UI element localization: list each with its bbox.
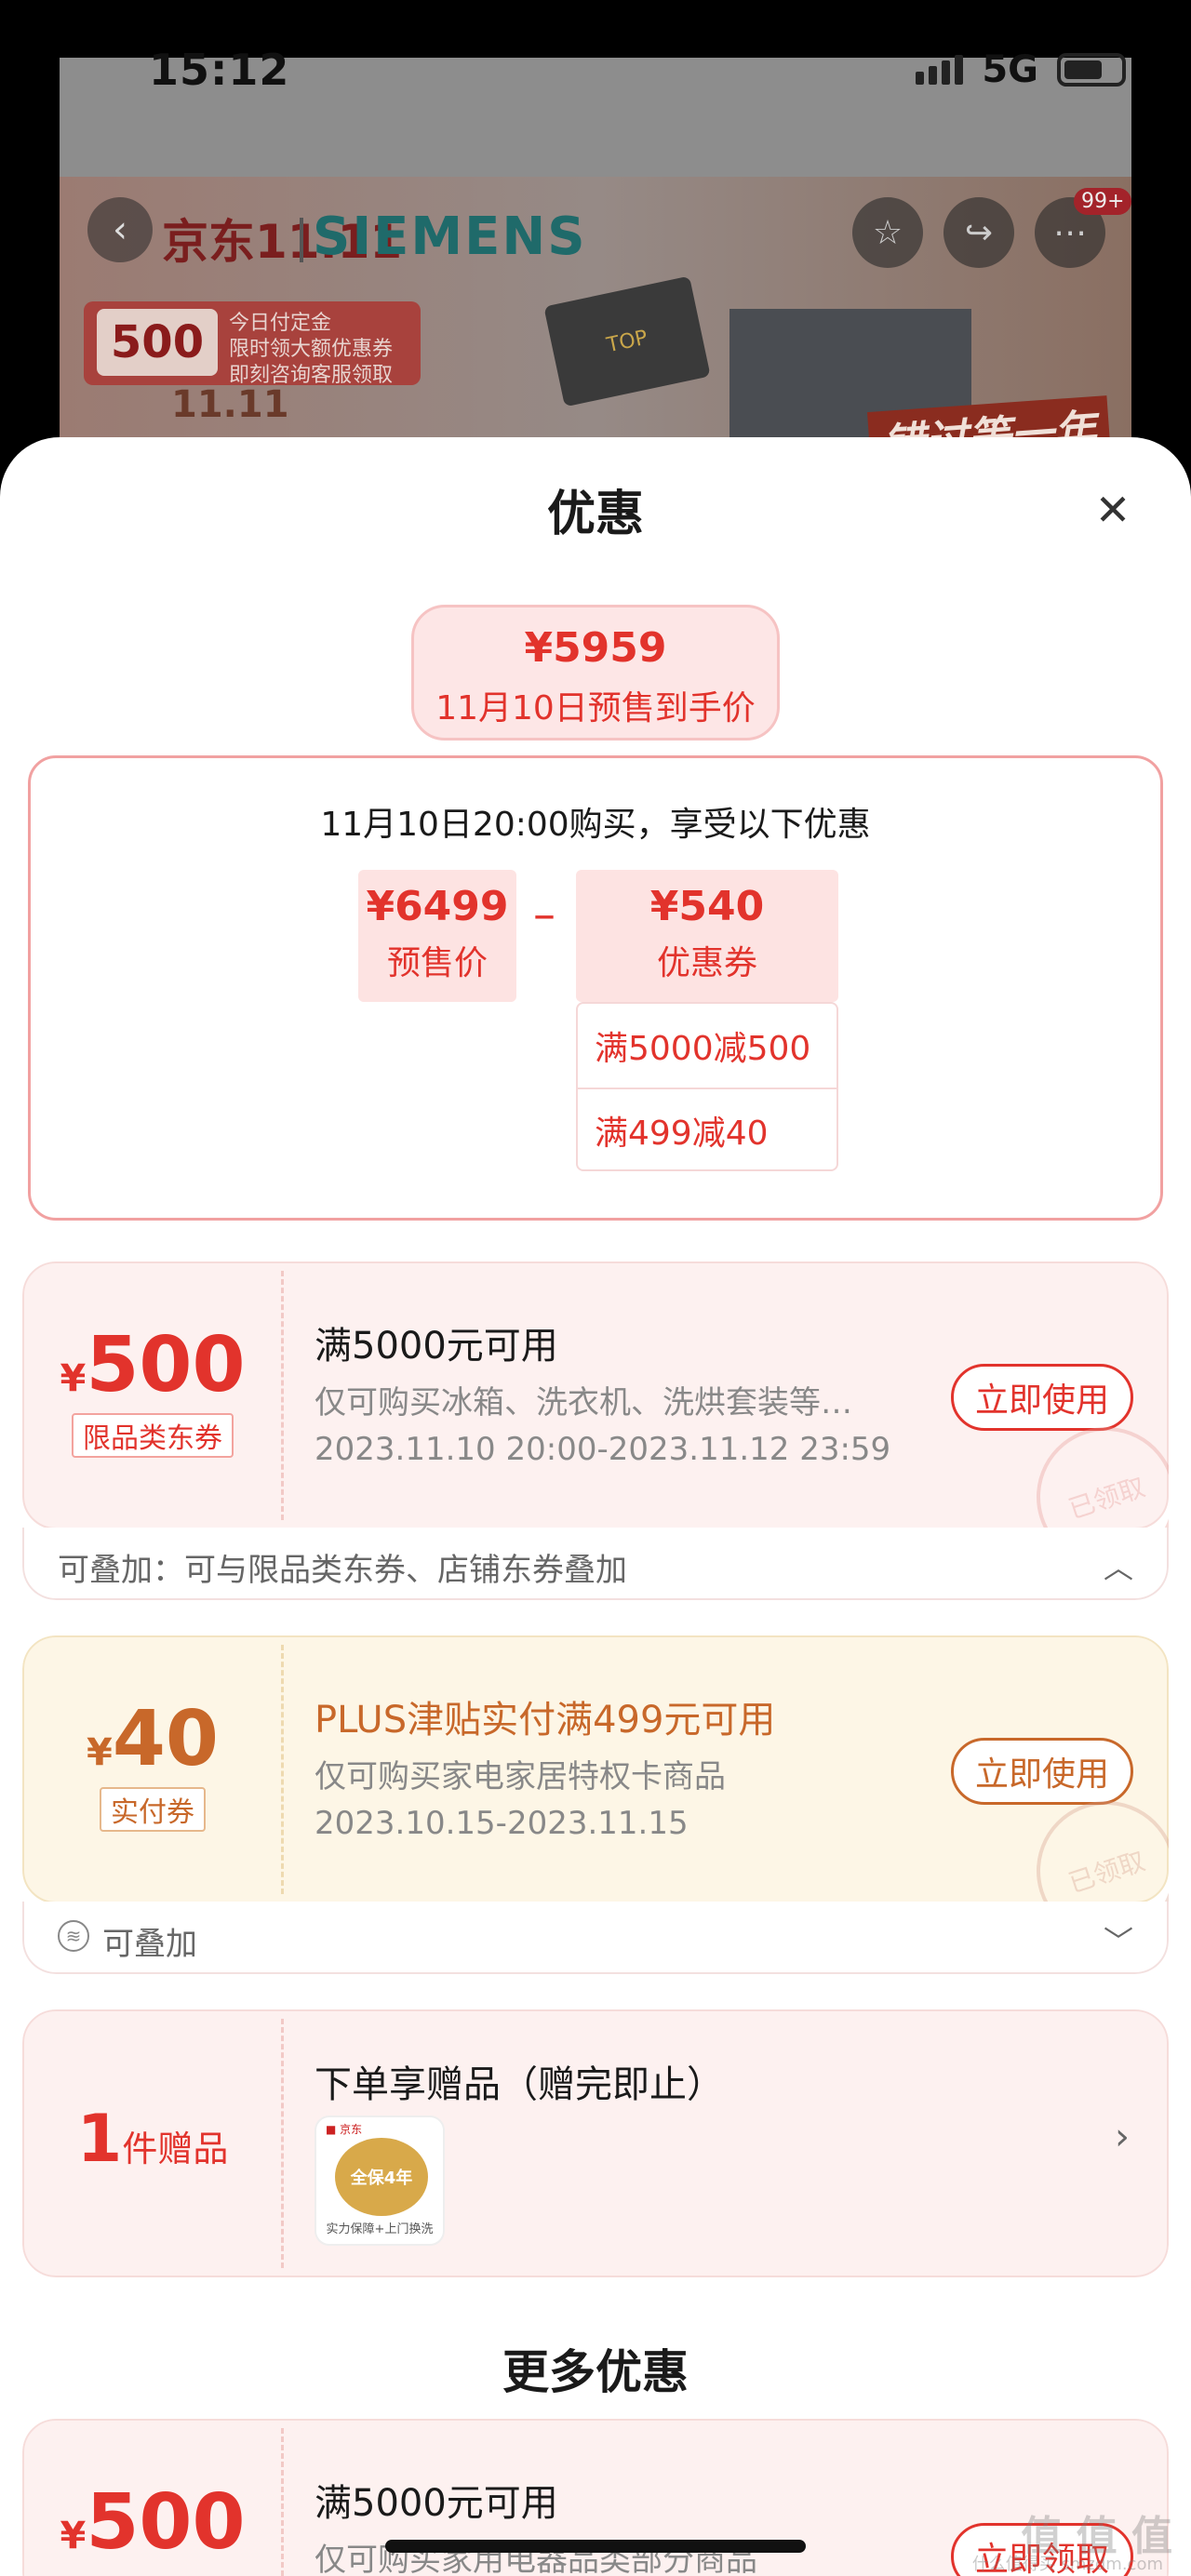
coupon-card: ¥500 限品类东券 满5000元可用 仅可购买冰箱、洗衣机、洗烘套装等… 20… xyxy=(22,1261,1169,1600)
presale-label: 预售价 xyxy=(386,944,488,982)
message-count-badge: 99+ xyxy=(1074,188,1132,215)
gift-unit: 件赠品 xyxy=(122,2129,229,2169)
coupon-amount-block: ¥500 xyxy=(24,2478,281,2567)
coupon-amount: ¥500 xyxy=(24,1321,281,1409)
logo-divider xyxy=(300,218,303,262)
gift-thumbnail[interactable]: ■ 京东 全保4年 实力保障+上门换洗 xyxy=(314,2116,445,2246)
coupon-divider xyxy=(281,2428,284,2576)
coupon-title: 满5000元可用 xyxy=(314,1325,558,1368)
coupon-description: 仅可购买冰箱、洗衣机、洗烘套装等… xyxy=(314,1384,852,1421)
stack-info-text: 可叠加 xyxy=(102,1926,197,1963)
coupon-amount: ¥500 xyxy=(24,2478,281,2567)
final-price-amount: ¥5959 xyxy=(524,624,667,672)
coupon-stack-info[interactable]: ≋ 可叠加 ﹀ xyxy=(22,1902,1169,1974)
gift-brand-mark: ■ 京东 xyxy=(326,2123,363,2136)
more-offers-title: 更多优惠 xyxy=(502,2345,689,2399)
calc-title: 11月10日20:00购买，享受以下优惠 xyxy=(320,806,871,844)
gift-card-body: 1件赠品 下单享赠品（赠完即止） ■ 京东 全保4年 实力保障+上门换洗 › xyxy=(22,2009,1169,2277)
status-time: 15:12 xyxy=(149,45,290,95)
gift-count-block: 1件赠品 xyxy=(24,2101,281,2177)
favorite-star-icon[interactable]: ☆ xyxy=(852,197,923,268)
coupon-title: PLUS津贴实付满499元可用 xyxy=(314,1699,776,1742)
status-indicators: 5G xyxy=(916,48,1126,91)
coupon-total-cell: ¥540 优惠券 xyxy=(576,870,838,1002)
coupon-divider xyxy=(281,1645,284,1894)
chevron-down-icon[interactable]: ﹀ xyxy=(1104,1918,1133,1961)
coupon-description: 仅可购买家电家居特权卡商品 xyxy=(314,1758,726,1795)
coupon-breakdown-item: 满5000减500 xyxy=(595,1030,811,1068)
use-now-button[interactable]: 立即使用 xyxy=(951,1364,1133,1431)
coupon-title: 满5000元可用 xyxy=(314,2482,558,2525)
gift-title: 下单享赠品（赠完即止） xyxy=(314,2063,724,2106)
chevron-up-icon[interactable]: ︿ xyxy=(1104,1544,1133,1587)
coupon-currency: ¥ xyxy=(60,1357,87,1400)
gift-count: 1 xyxy=(76,2101,123,2177)
promo-line-2: 限时领大额优惠券 xyxy=(229,338,394,361)
stack-icon: ≋ xyxy=(58,1920,89,1952)
use-now-button[interactable]: 立即使用 xyxy=(951,1738,1133,1805)
background-product-page: ‹ 京东11.11 SIEMENS ☆ ↪ ⋯ 99+ 500 今日付定金 限时… xyxy=(60,58,1132,495)
coupon-currency: ¥ xyxy=(60,2515,87,2557)
coupon-validity: 2023.11.10 20:00-2023.11.12 23:59 xyxy=(314,1431,891,1468)
coupon-card-body: ¥40 实付券 PLUS津贴实付满499元可用 仅可购买家电家居特权卡商品 20… xyxy=(22,1635,1169,1959)
coupon-card-body: ¥500 限品类东券 满5000元可用 仅可购买冰箱、洗衣机、洗烘套装等… 20… xyxy=(22,1261,1169,1585)
share-icon[interactable]: ↪ xyxy=(943,197,1014,268)
coupon-type-tag: 限品类东券 xyxy=(72,1413,234,1458)
discount-sheet: 优惠 ✕ ¥5959 11月10日预售到手价 11月10日20:00购买，享受以… xyxy=(0,437,1191,2576)
price-calculation-box: 11月10日20:00购买，享受以下优惠 ¥6499 预售价 – ¥540 优惠… xyxy=(28,755,1163,1221)
coupon-currency: ¥ xyxy=(87,1731,113,1774)
gift-caption: 实力保障+上门换洗 xyxy=(326,2222,434,2236)
close-icon[interactable]: ✕ xyxy=(1089,485,1137,535)
home-indicator[interactable] xyxy=(385,2540,806,2553)
chevron-right-icon[interactable]: › xyxy=(1115,2116,1130,2158)
coupon-breakdown-list: 满5000减500 满499减40 xyxy=(576,1002,838,1171)
coupon-divider xyxy=(281,1271,284,1520)
coupon-amount: ¥40 xyxy=(24,1695,281,1783)
site-watermark-sub: 什么值得买 smzdm.com xyxy=(971,2555,1163,2574)
brand-logo: SIEMENS xyxy=(313,207,587,267)
coupon-amount-block: ¥40 实付券 xyxy=(24,1695,281,1832)
coupon-total-label: 优惠券 xyxy=(656,944,757,982)
coupon-validity: 2023.10.15-2023.11.15 xyxy=(314,1805,689,1842)
final-price-label: 11月10日预售到手价 xyxy=(435,689,756,727)
coupon-amount-block: ¥500 限品类东券 xyxy=(24,1321,281,1458)
gift-card[interactable]: 1件赠品 下单享赠品（赠完即止） ■ 京东 全保4年 实力保障+上门换洗 › xyxy=(22,2009,1169,2277)
coupon-type-tag: 实付券 xyxy=(100,1787,206,1832)
gift-divider xyxy=(281,2019,284,2268)
coupon-value: 500 xyxy=(86,2478,246,2567)
coupon-value: 40 xyxy=(112,1695,219,1783)
signal-icon xyxy=(916,55,964,85)
battery-icon xyxy=(1057,53,1126,87)
promo-text: 今日付定金 限时领大额优惠券 即刻咨询客服领取 xyxy=(229,311,393,389)
minus-sign: – xyxy=(533,888,555,941)
back-button[interactable]: ‹ xyxy=(87,197,153,262)
promo-amount: 500 xyxy=(97,309,218,376)
final-price-pill: ¥5959 11月10日预售到手价 xyxy=(411,605,780,741)
deposit-promo-banner: 500 今日付定金 限时领大额优惠券 即刻咨询客服领取 xyxy=(84,301,421,387)
coupon-breakdown-item: 满499减40 xyxy=(578,1088,836,1171)
event-sub-logo: 11.11 xyxy=(171,383,289,426)
sheet-title: 优惠 xyxy=(546,487,644,542)
presale-price: ¥6499 xyxy=(366,883,509,930)
promo-line-1: 今日付定金 xyxy=(229,312,332,335)
coupon-value: 500 xyxy=(86,1321,246,1409)
coupon-stack-info[interactable]: 可叠加：可与限品类东券、店铺东券叠加 ︿ xyxy=(22,1528,1169,1600)
coupon-total: ¥540 xyxy=(649,883,765,930)
presale-price-cell: ¥6499 预售价 xyxy=(358,870,516,1002)
network-type: 5G xyxy=(982,48,1038,91)
gift-seal: 全保4年 xyxy=(335,2138,428,2216)
stack-info-text: 可叠加：可与限品类东券、店铺东券叠加 xyxy=(58,1552,627,1589)
coupon-card: ¥40 实付券 PLUS津贴实付满499元可用 仅可购买家电家居特权卡商品 20… xyxy=(22,1635,1169,1974)
